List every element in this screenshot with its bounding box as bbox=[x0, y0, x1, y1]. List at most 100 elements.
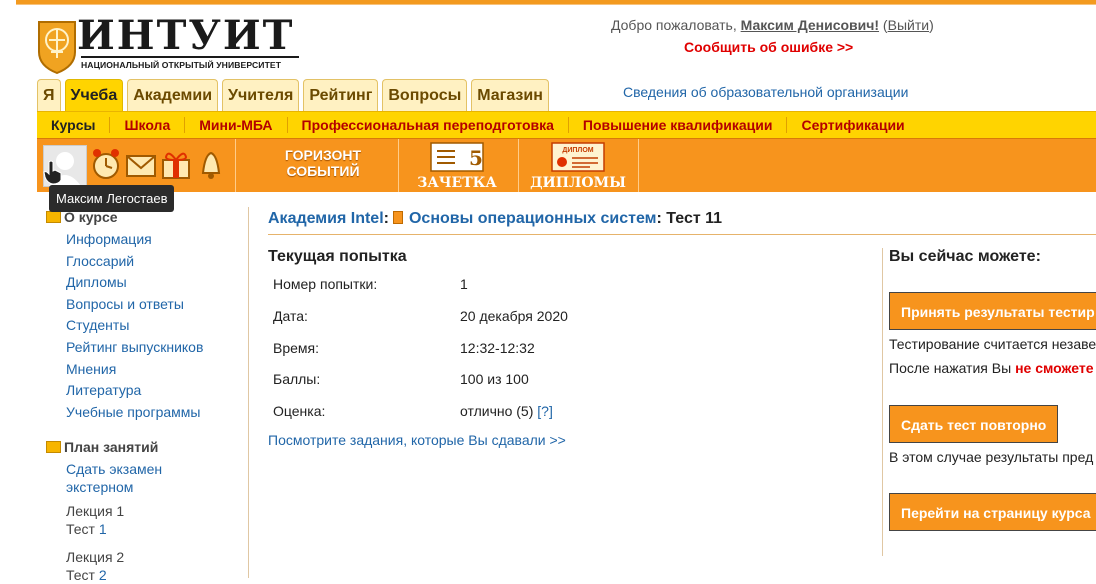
attempt-row-date: Дата: 20 декабря 2020 bbox=[273, 308, 568, 324]
breadcrumb-divider bbox=[268, 234, 1096, 235]
record-book-mark: 5 bbox=[469, 146, 483, 170]
right-panel-divider bbox=[882, 248, 883, 556]
logout-link[interactable]: Выйти bbox=[888, 17, 929, 33]
sidebar-divider bbox=[248, 207, 249, 578]
logo-shield-icon bbox=[38, 21, 76, 74]
right-panel-title: Вы сейчас можете: bbox=[889, 248, 1041, 265]
lesson-plan-title: План занятий bbox=[64, 439, 159, 456]
test-1-prefix: Тест bbox=[66, 521, 95, 538]
toolbar-divider bbox=[638, 139, 639, 192]
subnav-certifications[interactable]: Сертификации bbox=[786, 117, 918, 133]
sidebar-item-students[interactable]: Студенты bbox=[66, 315, 246, 337]
toolbar-divider bbox=[235, 139, 236, 192]
alarm-clock-icon[interactable] bbox=[90, 147, 122, 181]
tab-teachers[interactable]: Учителя bbox=[222, 79, 300, 111]
see-tasks-link[interactable]: Посмотрите задания, которые Вы сдавали >… bbox=[268, 432, 566, 448]
tab-shop[interactable]: Магазин bbox=[471, 79, 549, 111]
org-info-link[interactable]: Сведения об образовательной организации bbox=[623, 84, 908, 100]
attempt-label: Оценка: bbox=[273, 403, 326, 419]
main-tabs: Я Учеба Академии Учителя Рейтинг Вопросы… bbox=[37, 79, 549, 113]
test-2-link[interactable]: 2 bbox=[99, 567, 107, 583]
after-press-note: После нажатия Вы не сможете bbox=[889, 360, 1094, 376]
accept-results-button[interactable]: Принять результаты тестир bbox=[889, 292, 1096, 330]
user-tooltip: Максим Легостаев bbox=[49, 185, 175, 212]
external-exam-line2: экстерном bbox=[66, 479, 134, 496]
tab-questions[interactable]: Вопросы bbox=[382, 79, 468, 111]
sidebar-item-opinions[interactable]: Мнения bbox=[66, 359, 246, 381]
gift-icon[interactable] bbox=[160, 147, 192, 181]
sidebar-item-diplomas[interactable]: Дипломы bbox=[66, 272, 246, 294]
sidebar-item-literature[interactable]: Литература bbox=[66, 380, 246, 402]
breadcrumb-course[interactable]: Основы операционных систем bbox=[409, 210, 657, 227]
retake-note: В этом случае результаты пред bbox=[889, 449, 1094, 465]
diploma-icon: ДИПЛОМ bbox=[551, 142, 605, 172]
logo-subtitle: НАЦИОНАЛЬНЫЙ ОТКРЫТЫЙ УНИВЕРСИТЕТ bbox=[81, 60, 282, 70]
breadcrumb-academy[interactable]: Академия Intel bbox=[268, 210, 384, 227]
retake-test-button[interactable]: Сдать тест повторно bbox=[889, 405, 1059, 443]
attempt-row-grade: Оценка: отлично (5) [?] bbox=[273, 403, 553, 419]
breadcrumb: Академия Intel: Основы операционных систе… bbox=[268, 210, 723, 227]
sidebar-item-graduates-rating[interactable]: Рейтинг выпускников bbox=[66, 337, 246, 359]
grade-help-link[interactable]: [?] bbox=[537, 403, 553, 419]
subnav-retraining[interactable]: Профессиональная переподготовка bbox=[286, 117, 568, 133]
folder-icon bbox=[46, 211, 61, 223]
user-name-link[interactable]: Максим Денисович! bbox=[741, 17, 879, 33]
subnav-mini-mba[interactable]: Мини-МБА bbox=[184, 117, 286, 133]
grade-value: отлично (5) bbox=[460, 403, 534, 419]
record-book-label: ЗАЧЕТКА bbox=[417, 175, 497, 191]
bell-icon[interactable] bbox=[195, 147, 227, 181]
accept-note: Тестирование считается незаве bbox=[889, 336, 1096, 352]
test-2-prefix: Тест bbox=[66, 567, 95, 584]
attempt-label: Номер попытки: bbox=[273, 276, 378, 292]
subnav-qualification[interactable]: Повышение квалификации bbox=[567, 117, 787, 133]
test-2-row: Тест 2 bbox=[66, 566, 246, 584]
subnav-courses[interactable]: Курсы bbox=[37, 117, 109, 133]
tab-academies[interactable]: Академии bbox=[127, 79, 219, 111]
report-error-link[interactable]: Сообщить об ошибке >> bbox=[684, 39, 853, 55]
test-1-link[interactable]: 1 bbox=[99, 521, 107, 537]
events-horizon-line1: ГОРИЗОНТ bbox=[284, 147, 362, 163]
attempt-value: 100 из 100 bbox=[460, 371, 529, 387]
subnav-school[interactable]: Школа bbox=[109, 117, 184, 133]
site-logo[interactable]: ИНТУИТ НАЦИОНАЛЬНЫЙ ОТКРЫТЫЙ УНИВЕРСИТЕТ bbox=[37, 14, 307, 76]
book-icon bbox=[392, 211, 403, 224]
attempt-label: Время: bbox=[273, 340, 320, 356]
diplomas-button[interactable]: ДИПЛОМ ДИПЛОМЫ bbox=[519, 141, 637, 191]
record-book-button[interactable]: 5 ЗАЧЕТКА bbox=[398, 141, 516, 191]
tab-rating[interactable]: Рейтинг bbox=[303, 79, 379, 111]
folder-icon bbox=[46, 441, 61, 454]
tab-me[interactable]: Я bbox=[37, 79, 61, 111]
attempt-row-score: Баллы: 100 из 100 bbox=[273, 371, 529, 387]
after-press-prefix: После нажатия Вы bbox=[889, 360, 1016, 376]
lecture-1-label: Лекция 1 bbox=[66, 503, 125, 520]
attempt-value: 20 декабря 2020 bbox=[460, 308, 568, 324]
mail-icon[interactable] bbox=[125, 147, 157, 181]
attempt-value: 1 bbox=[460, 276, 468, 292]
attempt-row-number: Номер попытки: 1 bbox=[273, 276, 468, 292]
go-to-course-button[interactable]: Перейти на страницу курса bbox=[889, 493, 1096, 531]
events-horizon-button[interactable]: ГОРИЗОНТ СОБЫТИЙ bbox=[258, 147, 388, 185]
record-book-icon: 5 bbox=[430, 142, 484, 172]
sub-navigation: Курсы Школа Мини-МБА Профессиональная пе… bbox=[37, 111, 1096, 138]
attempt-title: Текущая попытка bbox=[268, 248, 407, 265]
sidebar-item-qa[interactable]: Вопросы и ответы bbox=[66, 294, 246, 316]
lesson-plan-heading[interactable]: План занятий bbox=[46, 437, 246, 457]
course-sidebar: О курсе Информация Глоссарий Дипломы Воп… bbox=[46, 207, 246, 584]
attempt-value: 12:32-12:32 bbox=[460, 340, 535, 356]
welcome-message: Добро пожаловать, Максим Денисович! (Вый… bbox=[611, 17, 934, 33]
sidebar-item-programs[interactable]: Учебные программы bbox=[66, 402, 246, 424]
test-1-row: Тест 1 bbox=[66, 520, 246, 538]
tab-study[interactable]: Учеба bbox=[64, 79, 124, 113]
attempt-label: Дата: bbox=[273, 308, 308, 324]
external-exam-line1: Сдать экзамен bbox=[66, 461, 163, 478]
lecture-1-group: Лекция 1 Тест 1 bbox=[66, 502, 246, 538]
sidebar-item-info[interactable]: Информация bbox=[66, 229, 246, 251]
events-horizon-line2: СОБЫТИЙ bbox=[286, 163, 360, 179]
diploma-card-text: ДИПЛОМ bbox=[562, 147, 593, 154]
sidebar-item-glossary[interactable]: Глоссарий bbox=[66, 251, 246, 273]
attempt-value: отлично (5) [?] bbox=[460, 403, 553, 419]
attempt-label: Баллы: bbox=[273, 371, 321, 387]
external-exam-link[interactable]: Сдать экзамен экстерном bbox=[66, 460, 246, 496]
breadcrumb-test: : Тест 11 bbox=[656, 210, 723, 227]
after-press-warning: не сможете bbox=[1015, 360, 1094, 376]
